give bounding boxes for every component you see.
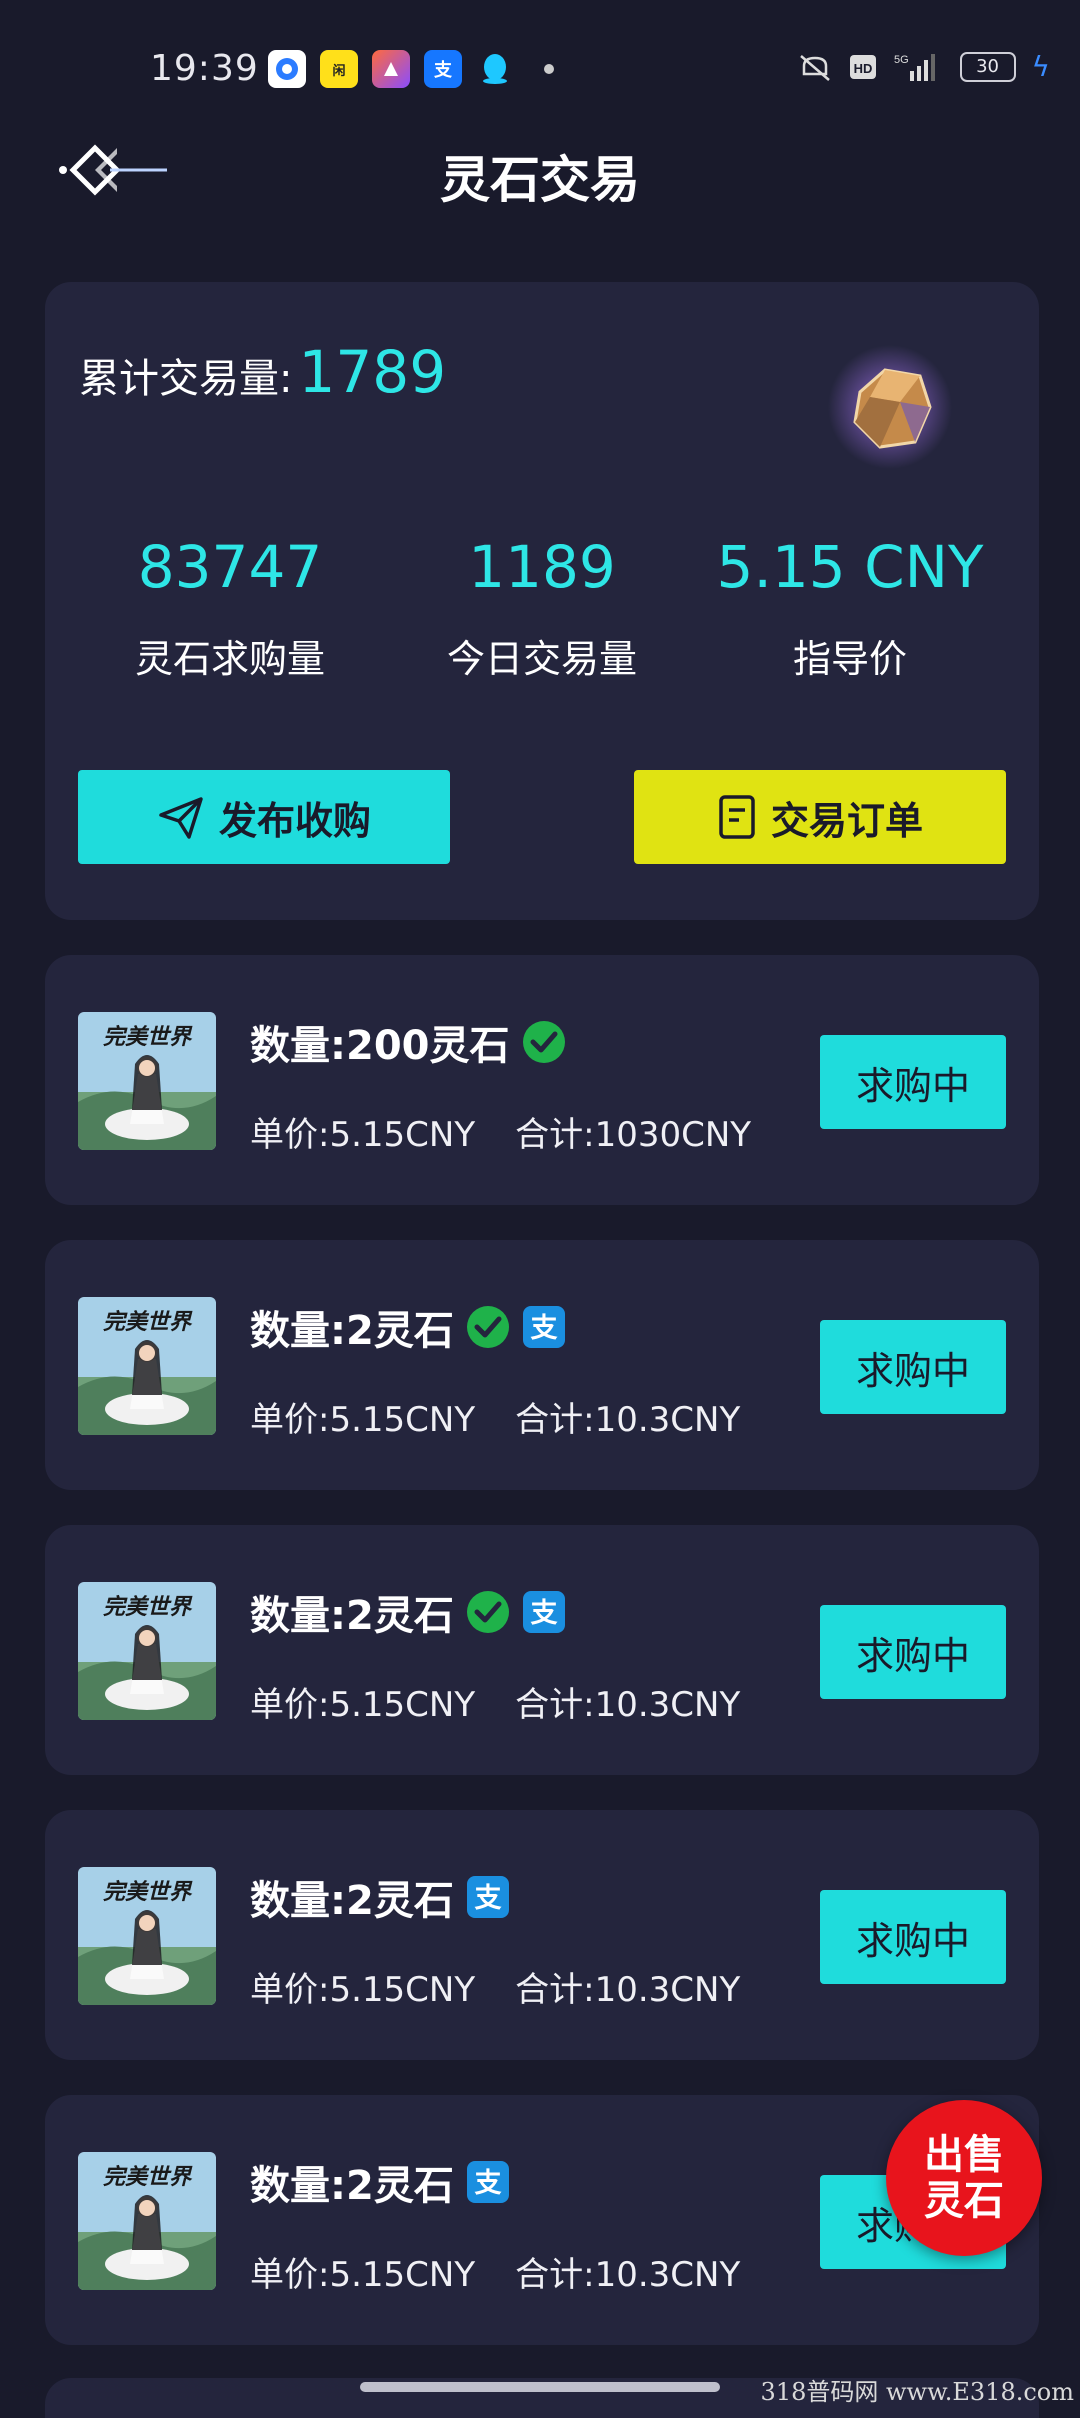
status-time: 19:39	[150, 48, 259, 89]
wechat-pay-icon	[522, 1020, 566, 1064]
quantity-line: 数量:200灵石	[250, 1013, 566, 1071]
stat-demand-value: 83747	[137, 533, 323, 601]
unit-price: 单价:5.15CNY	[250, 1115, 476, 1155]
total-price: 合计:1030CNY	[515, 1115, 752, 1155]
unit-price: 单价:5.15CNY	[250, 2255, 476, 2295]
charging-icon: ϟ	[1031, 50, 1050, 83]
sell-label-line2: 灵石	[924, 2178, 1004, 2224]
list-item[interactable]: 完美世界数量:2灵石支单价:5.15CNY合计:10.3CNY求购中	[45, 2095, 1039, 2345]
quantity-text: 数量:200灵石	[250, 1023, 510, 1069]
publish-purchase-button[interactable]: 发布收购	[78, 770, 450, 864]
qq-icon	[476, 50, 514, 88]
hd-icon: HD	[849, 54, 876, 79]
stat-price-value: 5.15 CNY	[716, 533, 984, 601]
list-item[interactable]: 完美世界 数量:200灵石单价:5.15CNY 合计:1030CNY 求购中	[45, 955, 1039, 1205]
xianyu-icon: 闲	[320, 50, 358, 88]
notification-icons: 闲 支	[268, 50, 554, 88]
watermark: 318普码网 www.E318.com	[760, 2378, 1074, 2406]
system-status: HD 5G 30 ϟ	[798, 50, 1050, 83]
quantity-text: 数量:2灵石	[250, 1308, 454, 1354]
wechat-pay-icon	[466, 1305, 510, 1349]
trade-orders-button[interactable]: 交易订单	[634, 770, 1006, 864]
quantity-line: 数量:2灵石支	[250, 1868, 510, 1926]
sell-spirit-stone-button[interactable]: 出售 灵石	[886, 2100, 1042, 2256]
stat-demand-label: 灵石求购量	[134, 637, 325, 681]
svg-text:支: 支	[530, 1313, 557, 1344]
price-line: 单价:5.15CNY 合计:10.3CNY	[250, 2247, 740, 2296]
game-title-text: 完美世界	[103, 1309, 193, 1335]
sell-label-line1: 出售	[924, 2132, 1004, 2178]
more-notifications-dot	[544, 64, 554, 74]
publish-purchase-label: 发布收购	[218, 798, 371, 843]
svg-text:支: 支	[474, 1883, 501, 1914]
unit-price: 单价:5.15CNY	[250, 1400, 476, 1440]
game-title-text: 完美世界	[103, 2164, 193, 2190]
quantity-text: 数量:2灵石	[250, 2163, 454, 2209]
page-title: 灵石交易	[440, 151, 640, 209]
list-item[interactable]: 完美世界 数量:2灵石 支单价:5.15CNY 合计:10.3CNY 求购中	[45, 1240, 1039, 1490]
quantity-text: 数量:2灵石	[250, 1878, 454, 1924]
alipay-icon: 支	[466, 1875, 510, 1919]
mute-icon	[799, 54, 830, 81]
document-icon	[719, 795, 755, 839]
svg-text:5G: 5G	[894, 54, 909, 66]
send-icon	[159, 797, 203, 839]
quantity-line: 数量:2灵石 支	[250, 1583, 566, 1641]
total-price: 合计:10.3CNY	[515, 2255, 741, 2295]
quantity-text: 数量:2灵石	[250, 1593, 454, 1639]
stats-card: 累计交易量: 1789 83747 灵石求购量 1189 今日交易量 5.15 …	[45, 282, 1039, 920]
game-thumbnail: 完美世界	[78, 1012, 216, 1150]
trade-orders-label: 交易订单	[770, 798, 923, 843]
svg-text:支: 支	[530, 1598, 557, 1629]
list-item[interactable]: 完美世界 数量:2灵石 支单价:5.15CNY 合计:10.3CNY 求购中	[45, 1525, 1039, 1775]
total-price: 合计:10.3CNY	[515, 1970, 741, 2010]
svg-text:支: 支	[474, 2168, 501, 2199]
signal-icon: 5G	[894, 53, 935, 81]
quantity-line: 数量:2灵石 支	[250, 1298, 566, 1356]
stat-today-label: 今日交易量	[446, 637, 637, 681]
svg-text:HD: HD	[853, 61, 872, 76]
stat-today: 1189 今日交易量	[392, 532, 692, 683]
price-line: 单价:5.15CNY 合计:10.3CNY	[250, 1962, 740, 2011]
alipay-icon: 支	[522, 1590, 566, 1634]
home-indicator[interactable]	[360, 2382, 720, 2392]
spirit-stone-icon	[825, 342, 955, 472]
purchasing-status-button[interactable]: 求购中	[820, 1605, 1006, 1699]
alipay-icon: 支	[424, 50, 462, 88]
browser-icon	[268, 50, 306, 88]
stat-price: 5.15 CNY 指导价	[700, 532, 1000, 683]
alipay-icon: 支	[522, 1305, 566, 1349]
game-title-text: 完美世界	[103, 1024, 193, 1050]
total-price: 合计:10.3CNY	[515, 1685, 741, 1725]
purchasing-status-button[interactable]: 求购中	[820, 1035, 1006, 1129]
alipay-icon: 支	[466, 2160, 510, 2204]
unit-price: 单价:5.15CNY	[250, 1970, 476, 2010]
stat-today-value: 1189	[468, 533, 616, 601]
quantity-line: 数量:2灵石支	[250, 2153, 510, 2211]
stat-price-label: 指导价	[792, 637, 907, 681]
battery-icon: 30	[959, 51, 1016, 82]
status-bar: 19:39 闲 支 HD 5G 30 ϟ	[0, 0, 1080, 140]
price-line: 单价:5.15CNY 合计:1030CNY	[250, 1107, 751, 1156]
purchasing-status-button[interactable]: 求购中	[820, 1320, 1006, 1414]
pixel-icon	[372, 50, 410, 88]
game-title-text: 完美世界	[103, 1594, 193, 1620]
price-line: 单价:5.15CNY 合计:10.3CNY	[250, 1392, 740, 1441]
total-price: 合计:10.3CNY	[515, 1400, 741, 1440]
total-volume: 累计交易量: 1789	[79, 338, 446, 406]
price-line: 单价:5.15CNY 合计:10.3CNY	[250, 1677, 740, 1726]
game-title-text: 完美世界	[103, 1879, 193, 1905]
unit-price: 单价:5.15CNY	[250, 1685, 476, 1725]
total-volume-value: 1789	[298, 338, 447, 406]
list-item[interactable]: 完美世界 数量:2灵石支单价:5.15CNY 合计:10.3CNY 求购中	[45, 1810, 1039, 2060]
game-thumbnail: 完美世界	[78, 1582, 216, 1720]
wechat-pay-icon	[466, 1590, 510, 1634]
game-thumbnail: 完美世界	[78, 1297, 216, 1435]
total-volume-label: 累计交易量:	[79, 356, 293, 402]
purchasing-status-button[interactable]: 求购中	[820, 1890, 1006, 1984]
game-thumbnail: 完美世界	[78, 1867, 216, 2005]
game-thumbnail: 完美世界	[78, 2152, 216, 2290]
stat-demand: 83747 灵石求购量	[80, 532, 380, 683]
